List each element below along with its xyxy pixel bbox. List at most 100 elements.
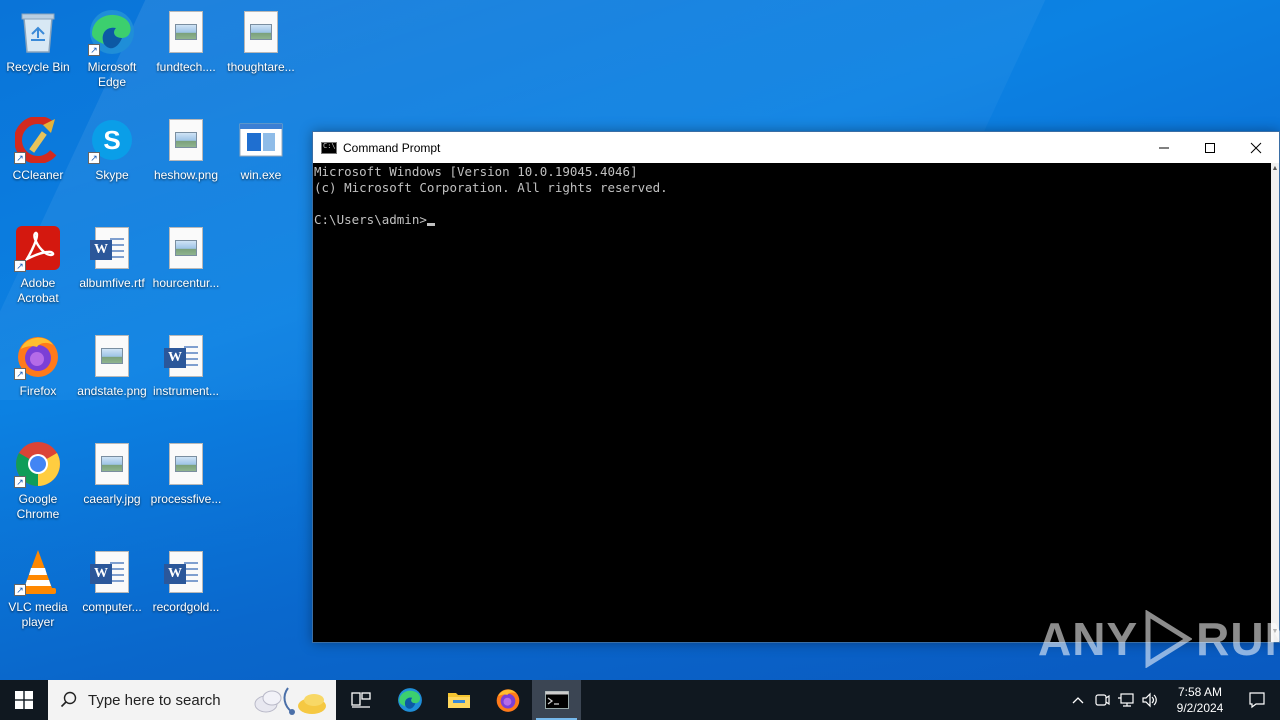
firefox-icon — [496, 689, 519, 712]
show-hidden-icons-button[interactable] — [1066, 680, 1090, 720]
window-titlebar[interactable]: Command Prompt — [313, 132, 1279, 163]
desktop-icon-ccleaner[interactable]: ↗ CCleaner — [0, 110, 76, 210]
taskbar-edge-button[interactable] — [385, 680, 434, 720]
command-prompt-window[interactable]: Command Prompt Microsoft Windows [Versio… — [312, 131, 1280, 643]
command-prompt-icon — [321, 141, 337, 154]
desktop-icon-recycle-bin[interactable]: Recycle Bin — [0, 2, 76, 102]
desktop-icon-label: andstate.png — [77, 384, 147, 398]
acrobat-icon: ↗ — [14, 224, 62, 272]
desktop-icon-label: win.exe — [240, 168, 282, 182]
watermark-text-right: RUN — [1196, 613, 1280, 665]
window-title: Command Prompt — [343, 140, 441, 155]
anyrun-watermark: ANY RUN — [1038, 608, 1280, 670]
desktop-icon-label: albumfive.rtf — [79, 276, 145, 290]
desktop-icon-recordgold[interactable]: W recordgold... — [148, 542, 224, 642]
desktop-icon-label: computer... — [82, 600, 142, 614]
notification-icon — [1249, 692, 1265, 709]
shortcut-arrow-icon: ↗ — [14, 368, 26, 380]
exe-file-icon — [237, 116, 285, 164]
skype-icon: S ↗ — [88, 116, 136, 164]
desktop-icon-heshow-png[interactable]: heshow.png — [148, 110, 224, 210]
shortcut-arrow-icon: ↗ — [14, 260, 26, 272]
shortcut-arrow-icon: ↗ — [88, 44, 100, 56]
desktop-icon-label: hourcentur... — [152, 276, 220, 290]
console-prompt-line[interactable]: C:\Users\admin> — [314, 212, 1270, 228]
system-tray: 7:58 AM 9/2/2024 — [1066, 680, 1280, 720]
tray-meet-now-button[interactable] — [1090, 680, 1114, 720]
desktop-icon-label: instrument... — [152, 384, 220, 398]
desktop-icon-label: Adobe Acrobat — [17, 276, 59, 305]
image-file-icon — [237, 8, 285, 56]
image-file-icon — [162, 440, 210, 488]
taskbar-command-prompt-button[interactable] — [532, 680, 581, 720]
image-file-icon — [162, 8, 210, 56]
taskbar-firefox-button[interactable] — [483, 680, 532, 720]
desktop-icon-label: Skype — [95, 168, 129, 182]
desktop-icon-label: Google Chrome — [16, 492, 60, 521]
desktop-icon-albumfive-rtf[interactable]: W albumfive.rtf — [74, 218, 150, 318]
image-file-icon — [162, 116, 210, 164]
maximize-icon — [1205, 142, 1215, 153]
desktop-icon-thoughtare[interactable]: thoughtare... — [223, 2, 299, 102]
desktop-icon-label: Firefox — [19, 384, 57, 398]
desktop-icon-label: caearly.jpg — [83, 492, 141, 506]
chevron-up-icon — [1072, 697, 1084, 704]
desktop-icon-label: heshow.png — [153, 168, 219, 182]
image-file-icon — [162, 224, 210, 272]
minimize-icon — [1159, 147, 1169, 148]
desktop-icon-label: fundtech.... — [156, 60, 216, 74]
desktop-icon-computer-doc[interactable]: W computer... — [74, 542, 150, 642]
desktop-icon-label: Microsoft Edge — [87, 60, 137, 89]
start-button[interactable] — [0, 680, 48, 720]
desktop-icon-win-exe[interactable]: win.exe — [223, 110, 299, 210]
desktop-icon-hourcentur[interactable]: hourcentur... — [148, 218, 224, 318]
shortcut-arrow-icon: ↗ — [14, 152, 26, 164]
taskbar-file-explorer-button[interactable] — [434, 680, 483, 720]
taskbar-search-box[interactable]: Type here to search — [48, 680, 336, 720]
console-line: (c) Microsoft Corporation. All rights re… — [314, 180, 668, 195]
edge-icon — [397, 688, 422, 712]
desktop-icon-adobe-acrobat[interactable]: ↗ Adobe Acrobat — [0, 218, 76, 318]
desktop-icon-label: recordgold... — [152, 600, 220, 614]
desktop-icon-andstate-png[interactable]: andstate.png — [74, 326, 150, 426]
console-line: Microsoft Windows [Version 10.0.19045.40… — [314, 164, 638, 179]
desktop-icon-instrument[interactable]: W instrument... — [148, 326, 224, 426]
word-file-icon: W — [162, 332, 210, 380]
desktop-icon-label: CCleaner — [12, 168, 64, 182]
image-file-icon — [88, 440, 136, 488]
desktop-icon-vlc[interactable]: ↗ VLC media player — [0, 542, 76, 642]
command-prompt-icon — [544, 691, 569, 709]
minimize-button[interactable] — [1141, 132, 1187, 163]
desktop-icon-label: VLC media player — [8, 600, 68, 629]
edge-icon: ↗ — [88, 8, 136, 56]
maximize-button[interactable] — [1187, 132, 1233, 163]
search-icon — [60, 691, 77, 708]
word-file-icon: W — [88, 224, 136, 272]
play-logo-icon — [1145, 610, 1193, 668]
taskbar-clock[interactable]: 7:58 AM 9/2/2024 — [1166, 684, 1234, 716]
search-placeholder: Type here to search — [88, 691, 221, 709]
desktop-icon-skype[interactable]: S ↗ Skype — [74, 110, 150, 210]
tray-network-button[interactable] — [1114, 680, 1138, 720]
close-button[interactable] — [1233, 132, 1279, 163]
task-view-button[interactable] — [336, 680, 385, 720]
desktop-icon-fundtech[interactable]: fundtech.... — [148, 2, 224, 102]
tray-volume-button[interactable] — [1138, 680, 1162, 720]
desktop-icon-microsoft-edge[interactable]: ↗ Microsoft Edge — [74, 2, 150, 102]
word-file-icon: W — [88, 548, 136, 596]
console-output[interactable]: Microsoft Windows [Version 10.0.19045.40… — [313, 163, 1271, 642]
vertical-scrollbar[interactable]: ▲ ▼ — [1271, 163, 1279, 642]
action-center-button[interactable] — [1234, 680, 1280, 720]
search-highlight-icon — [254, 687, 326, 715]
scroll-up-arrow-icon[interactable]: ▲ — [1271, 165, 1279, 177]
chrome-icon: ↗ — [14, 440, 62, 488]
desktop-icon-google-chrome[interactable]: ↗ Google Chrome — [0, 434, 76, 534]
task-view-icon — [350, 692, 371, 708]
desktop-icon-label: Recycle Bin — [6, 60, 70, 74]
desktop-icon-firefox[interactable]: ↗ Firefox — [0, 326, 76, 426]
desktop-icon-caearly-jpg[interactable]: caearly.jpg — [74, 434, 150, 534]
watermark-text-left: ANY — [1038, 613, 1139, 665]
meet-now-icon — [1095, 694, 1110, 706]
desktop-icon-processfive[interactable]: processfive... — [148, 434, 224, 534]
